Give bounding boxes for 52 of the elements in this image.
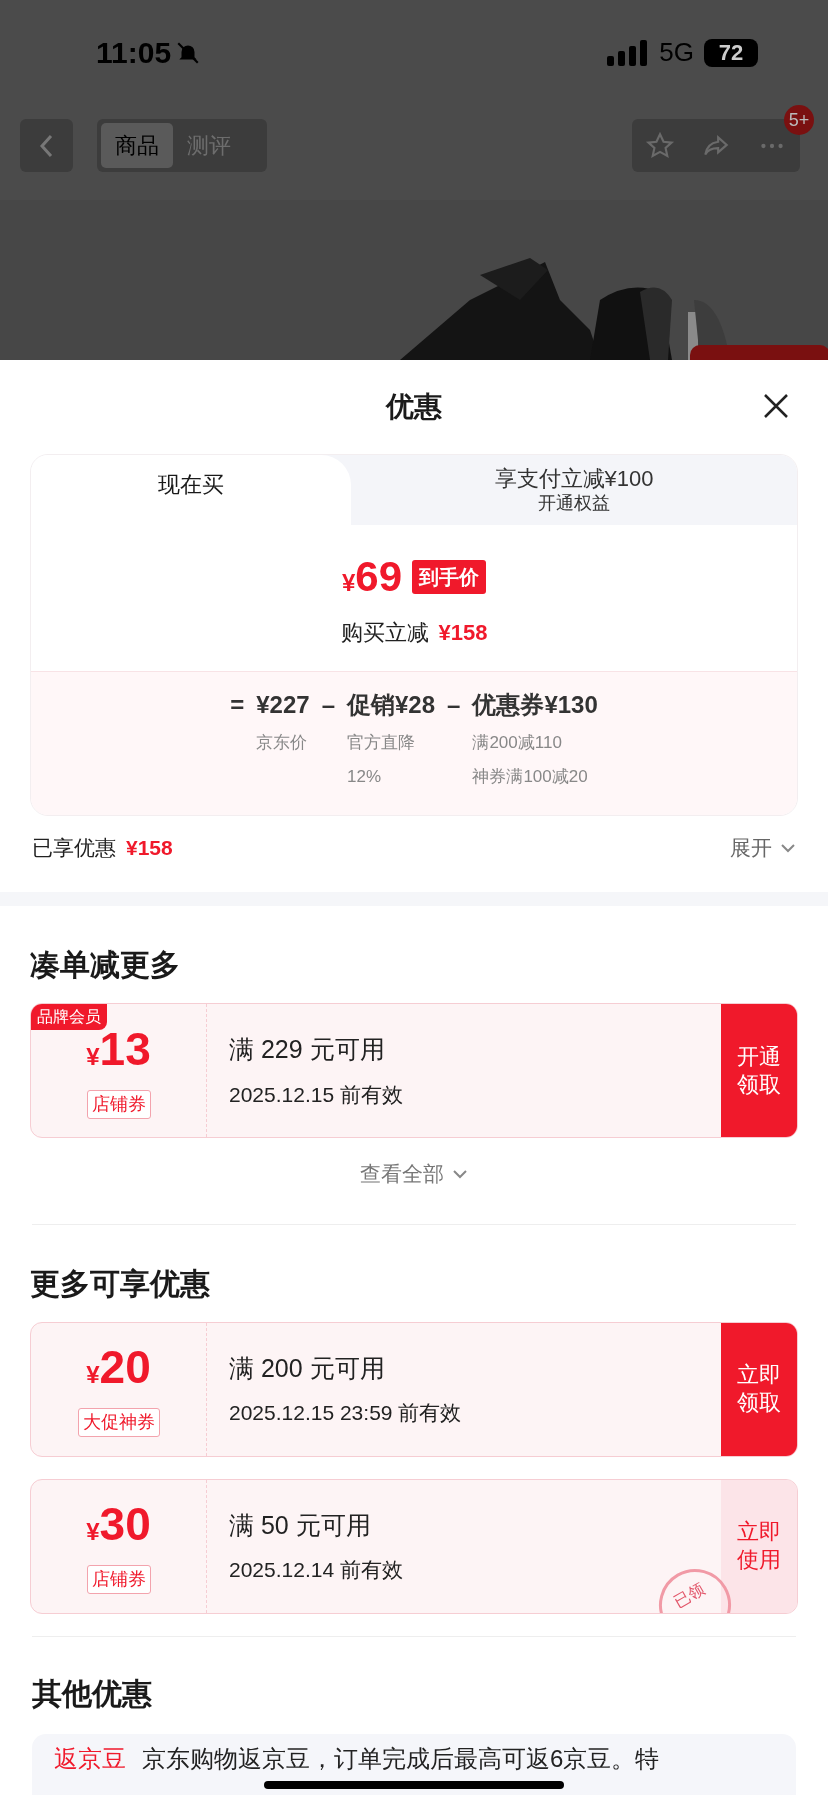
- expand-button[interactable]: 展开: [730, 832, 796, 864]
- saving-amount: ¥158: [438, 619, 488, 647]
- saving-label: 购买立减: [340, 619, 429, 647]
- coupon-action-button[interactable]: 立即领取: [721, 1322, 797, 1456]
- section-title: 凑单减更多: [30, 947, 181, 983]
- formula-note: 12%: [347, 765, 382, 788]
- coupon-amount: ¥20: [86, 1341, 151, 1395]
- discount-amount: ¥158: [126, 835, 173, 862]
- formula-note: 京东价: [256, 732, 309, 754]
- coupon-validity: 2025.12.14 前有效: [229, 1557, 404, 1583]
- view-all-button[interactable]: 查看全部: [360, 1158, 468, 1190]
- coupon-amount: ¥30: [86, 1498, 151, 1552]
- coupon-action-button[interactable]: 开通领取: [721, 1004, 797, 1137]
- discount-label: 已享优惠: [32, 835, 116, 862]
- coupon-action-button[interactable]: 立即使用: [721, 1479, 797, 1613]
- price-tag: 到手价: [412, 559, 487, 594]
- chevron-down-icon: [780, 843, 796, 853]
- back-button[interactable]: [20, 119, 73, 172]
- signal-icon: [607, 39, 650, 66]
- mode-tab[interactable]: 现在买: [31, 455, 351, 525]
- star-icon[interactable]: [645, 130, 675, 161]
- offer-text: 京东购物返京豆，订单完成后最高可返6京豆。特: [142, 1745, 660, 1772]
- coupon-condition: 满 229 元可用: [229, 1034, 386, 1065]
- coupon-condition: 满 50 元可用: [229, 1509, 372, 1541]
- coupon-type-tag: 大促神券: [77, 1408, 160, 1437]
- formula-value: 促销¥28: [347, 690, 436, 720]
- chevron-down-icon: [452, 1168, 468, 1179]
- formula-note: 神券满100减20: [472, 765, 589, 788]
- close-icon[interactable]: [762, 392, 790, 420]
- sheet-title: 优惠: [386, 390, 442, 424]
- operator: =: [230, 690, 245, 720]
- coupon-validity: 2025.12.15 23:59 前有效: [229, 1400, 463, 1426]
- mode-tab[interactable]: 享支付立减¥100 开通权益: [351, 455, 797, 525]
- formula-value: 优惠券¥130: [472, 690, 598, 720]
- status-time: 11:05: [96, 35, 172, 71]
- coupon-condition: 满 200 元可用: [229, 1352, 386, 1384]
- formula-value: ¥227: [256, 690, 310, 720]
- network-label: 5G: [659, 36, 694, 69]
- coupon-type-tag: 店铺券: [86, 1565, 151, 1594]
- final-price: ¥69: [341, 552, 403, 602]
- formula-note: 满200减110: [472, 732, 563, 754]
- member-tag: 品牌会员: [31, 1004, 107, 1030]
- section-title: 更多可享优惠: [30, 1265, 211, 1302]
- operator: –: [447, 690, 461, 720]
- coupon-validity: 2025.12.15 前有效: [229, 1081, 404, 1108]
- battery-indicator: 72: [704, 38, 758, 67]
- tab[interactable]: 商品: [101, 123, 173, 168]
- offer-tag: 返京豆: [54, 1745, 126, 1772]
- formula-note: 官方直降: [347, 732, 416, 754]
- operator: –: [321, 690, 335, 720]
- section-title: 其他优惠: [32, 1675, 153, 1712]
- coupon-type-tag: 店铺券: [86, 1089, 151, 1119]
